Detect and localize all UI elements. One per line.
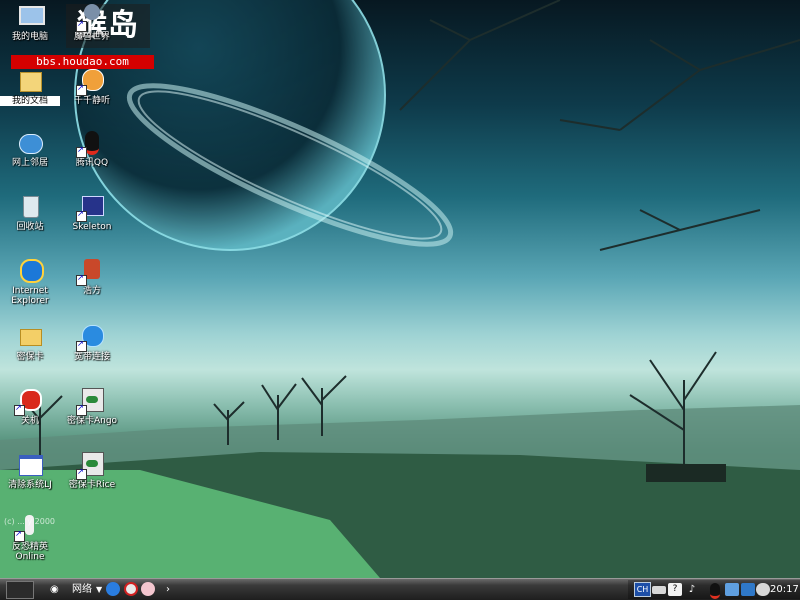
icon-label: Internet Explorer [11,286,49,306]
desktop-icon-network-places[interactable]: 网上邻居 [0,128,60,168]
desktop-icon-qq[interactable]: 腾讯QQ [62,128,122,168]
icon-label: 宽带连接 [73,352,110,362]
desktop-icon-mibaoka-folder[interactable]: 密保卡 [0,322,60,362]
desktop-icon-wow[interactable]: 魔兽世界 [62,2,122,42]
desktop-icon-recycle-bin[interactable]: 回收站 [0,192,60,232]
security-tray-icon[interactable] [741,583,755,596]
shortcut-arrow-icon [14,403,25,416]
desktop-icon-mibaoka-ango[interactable]: 密保卡Ango [62,386,122,426]
broadband-connection-icon [76,322,106,352]
icon-label: 魔兽世界 [73,32,110,42]
desktop-icon-ttplayer[interactable]: 千千静听 [62,66,122,106]
icon-label: 回收站 [16,222,44,232]
network-places-icon [16,128,44,156]
volume-icon[interactable]: ♪ [685,583,699,596]
toolbar-label-network[interactable]: 网络 [72,582,92,597]
desktop-icon-my-documents[interactable]: 我的文档 [0,66,60,106]
wow-icon [76,2,106,32]
taskbar: ◉ 网络 ▼ › ? ♪ CH 20:17 [0,578,800,600]
icon-label: 千千静听 [73,96,110,106]
skeleton-app-icon [76,192,106,222]
desktop-icon-skeleton[interactable]: Skeleton [62,192,122,232]
shortcut-arrow-icon [76,209,87,222]
desktop-icon-broadband[interactable]: 宽带连接 [62,322,122,362]
network-toolbar-icon[interactable]: ◉ [50,582,59,597]
shortcut-arrow-icon [14,529,25,542]
ttplayer-tray-icon[interactable] [756,583,770,596]
icon-label: Skeleton [72,222,112,232]
desktop-icon-mibaoka-rice[interactable]: 密保卡Rice [62,450,122,490]
chevron-down-icon[interactable]: ▼ [96,582,102,597]
desktop-icon-my-computer[interactable]: 我的电脑 [0,2,60,42]
shortcut-arrow-icon [76,145,87,158]
icon-label: 反恐精英 Online [11,542,48,562]
start-button[interactable] [6,581,34,599]
internet-explorer-icon [16,256,44,284]
wallpaper-copyright: (c) ... y 2000 [4,517,55,526]
desktop-icon-internet-explorer[interactable]: Internet Explorer [0,256,60,306]
icon-label: 我的文档 [0,96,60,106]
icon-label: 关机 [20,416,39,426]
shortcut-arrow-icon [76,273,87,286]
desktop-icon-shutdown[interactable]: 关机 [0,386,60,426]
pig-quicklaunch-icon[interactable] [141,582,155,596]
language-indicator[interactable]: CH [634,582,651,597]
recycle-bin-icon [16,192,44,220]
qq-tray-icon[interactable] [710,583,720,599]
shortcut-arrow-icon [76,467,87,480]
qq-penguin-icon [76,128,106,158]
network-tray-icon[interactable] [725,583,739,596]
shutdown-icon [14,386,44,416]
desktop-icon-haofang[interactable]: 浩方 [62,256,122,296]
shortcut-arrow-icon [76,403,87,416]
taskbar-clock[interactable]: 20:17 [770,582,799,597]
icon-label: 密保卡 [16,352,44,362]
music-quicklaunch-icon[interactable] [124,582,138,596]
icon-label: 腾讯QQ [75,158,109,168]
wooden-bench [646,464,726,482]
keyboard-icon[interactable] [652,586,666,594]
shortcut-arrow-icon [76,83,87,96]
icon-label: 浩方 [82,286,101,296]
icon-label: 网上邻居 [11,158,48,168]
icon-label: 我的电脑 [11,32,48,42]
help-icon[interactable]: ? [668,583,682,596]
shortcut-arrow-icon [76,339,87,352]
icon-label: 密保卡Ango [66,416,118,426]
folder-icon [16,322,44,350]
icon-label: 清除系统LJ [8,480,52,490]
overflow-chevron[interactable]: › [166,582,170,597]
ie-quicklaunch-icon[interactable] [106,582,120,596]
icon-label: 密保卡Rice [68,480,116,490]
exe-eye-icon [76,450,106,480]
cleaner-app-icon [16,450,44,478]
desktop-icon-cleaner[interactable]: 清除系统LJ [0,450,60,490]
my-documents-icon [16,66,44,94]
exe-eye-icon [76,386,106,416]
ttplayer-icon [76,66,106,96]
shortcut-arrow-icon [76,19,87,32]
my-computer-icon [16,2,45,30]
haofang-icon [76,256,106,286]
